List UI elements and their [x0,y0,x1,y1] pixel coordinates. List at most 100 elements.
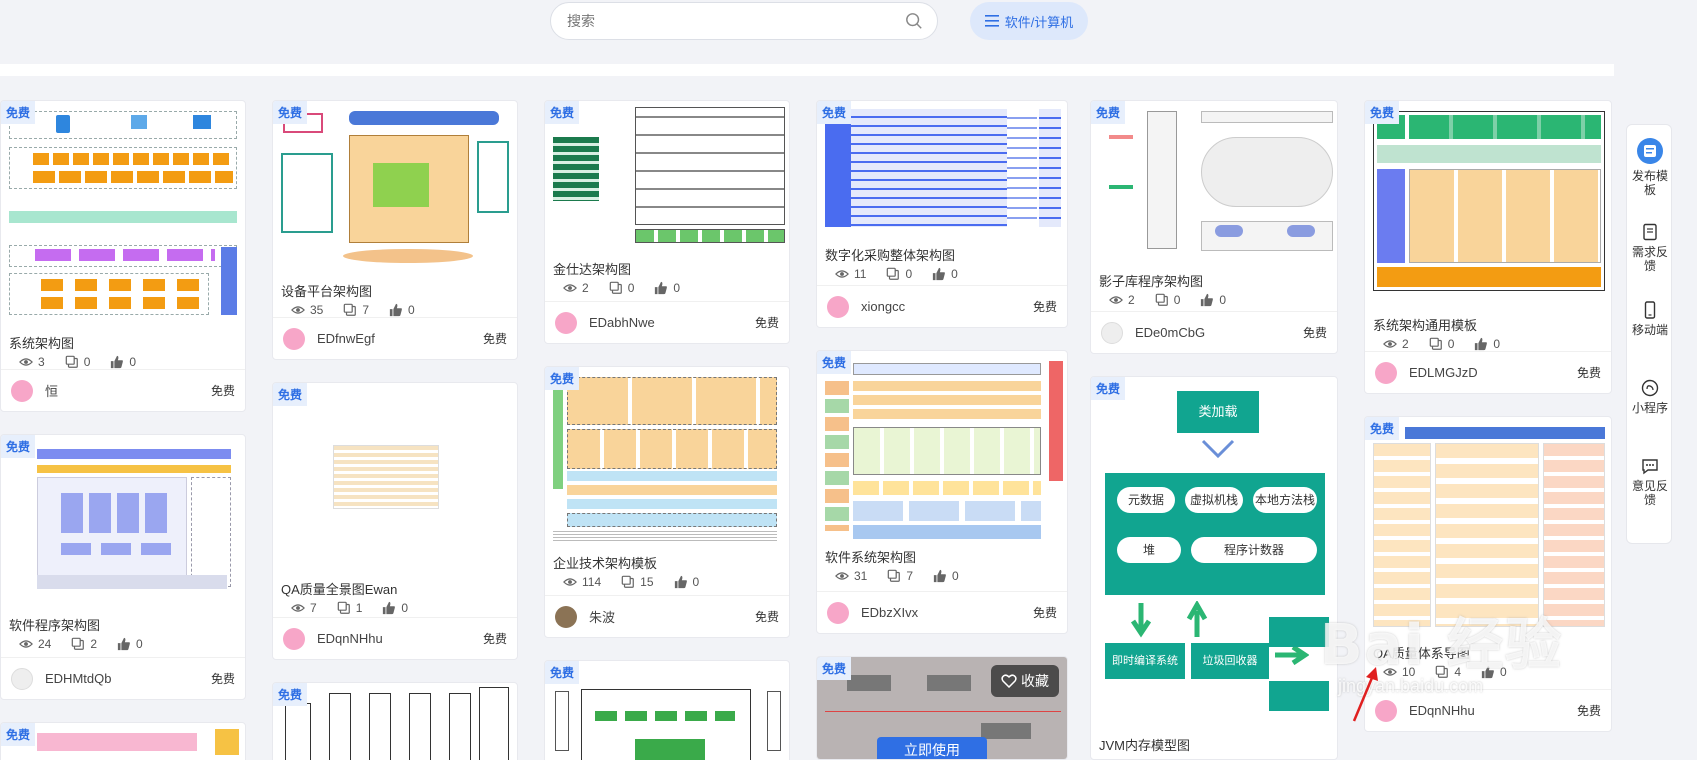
template-card[interactable]: 免费 QA质量全景图Ewan 7 1 0 EDqnNHhu 免费 [272,382,518,660]
template-card[interactable]: 免费 系统架构通用模板 2 0 0 EDLMGJzD 免费 [1364,100,1612,394]
author-name[interactable]: EDe0mCbG [1135,325,1303,340]
card-title[interactable]: 软件程序架构图 [9,615,100,634]
thumbs-up-icon [674,575,687,589]
card-footer: xiongcc 免费 [817,285,1067,327]
template-card[interactable]: 免费 [0,722,246,760]
template-card[interactable]: 免费 金仕达架构图 2 0 0 EDabhNwe 免费 [544,100,790,344]
list-icon [984,15,999,27]
template-card[interactable]: 免费 系统架构图 3 0 0 恒 免费 [0,100,246,412]
template-card[interactable]: 免费 类加载 元数据 虚拟机栈 本地方法栈 堆 程序计数器 即时编译系统 垃圾回… [1090,376,1338,760]
card-thumbnail[interactable]: 免费 [1,435,245,601]
like-count: 0 [129,355,137,369]
jvm-node: 堆 [1117,537,1181,563]
heart-icon [1001,674,1017,688]
card-thumbnail[interactable]: 免费 [273,101,517,267]
sidebar-label: 发布模板 [1631,169,1668,197]
author-name[interactable]: 朱波 [589,607,755,626]
template-card[interactable]: 免费 影子库程序架构图 2 0 0 EDe0mCbG 免费 [1090,100,1338,354]
view-count: 2 [1402,337,1409,351]
sidebar-item-request[interactable]: 需求反馈 [1627,223,1673,273]
search-box[interactable] [550,2,938,40]
card-title[interactable]: 系统架构图 [9,333,74,352]
card-thumbnail[interactable]: 免费 [545,367,789,547]
template-card[interactable]: 免费 企业技术架构模板 114 15 0 朱波 免费 [544,366,790,638]
card-thumbnail[interactable]: 免费 [1,101,245,319]
copy-count: 15 [640,575,654,589]
card-thumbnail[interactable]: 免费 [817,101,1067,237]
template-card[interactable]: 免费 设备平台架构图 35 7 0 EDfnwEgf 免费 [272,100,518,360]
sidebar-item-feedback[interactable]: 意见反馈 [1627,457,1673,507]
template-card[interactable]: 免费 软件程序架构图 24 2 0 EDHMtdQb 免费 [0,434,246,700]
card-thumbnail[interactable]: 免费 [545,101,789,253]
card-stats: 24 2 0 [19,637,143,651]
view-count: 2 [582,281,589,295]
sidebar-item-miniprogram[interactable]: 小程序 [1627,379,1673,415]
sidebar-item-publish[interactable]: 发布模板 [1627,137,1673,197]
view-count: 11 [854,267,867,281]
price-label: 免费 [1032,300,1057,314]
avatar [1375,361,1397,384]
eye-icon [19,358,33,366]
author-name[interactable]: EDfnwEgf [317,331,483,346]
author-name[interactable]: EDbzXIvx [861,605,1033,620]
author-name[interactable]: 恒 [45,381,211,400]
author-name[interactable]: xiongcc [861,299,1033,314]
card-thumbnail[interactable]: 免费 类加载 元数据 虚拟机栈 本地方法栈 堆 程序计数器 即时编译系统 垃圾回… [1091,377,1337,727]
card-title[interactable]: 影子库程序架构图 [1099,271,1203,290]
card-title[interactable]: QA质量全景图Ewan [281,579,397,598]
card-title[interactable]: 数字化采购整体架构图 [825,245,955,264]
author-name[interactable]: EDqnNHhu [1409,703,1577,718]
card-title[interactable]: 软件系统架构图 [825,547,916,566]
price-label: 免费 [210,384,235,398]
copy-count: 0 [627,281,635,295]
search-input[interactable] [567,3,887,39]
author-name[interactable]: EDLMGJzD [1409,365,1577,380]
mini-program-icon [1641,379,1659,397]
price-label: 免费 [1032,606,1057,620]
document-icon [1643,223,1657,241]
author-name[interactable]: EDabhNwe [589,315,755,330]
card-footer: EDLMGJzD 免费 [1365,351,1611,393]
favorite-button[interactable]: 收藏 [991,665,1059,697]
view-count: 114 [582,575,602,589]
author-name[interactable]: EDHMtdQb [45,671,211,686]
avatar [283,327,305,350]
card-thumbnail[interactable]: 免费 [1365,101,1611,297]
card-stats: 11 0 0 [835,267,958,281]
card-title[interactable]: 设备平台架构图 [281,281,372,300]
template-card[interactable]: 免费 数字化采购整体架构图 11 0 0 xiongcc 免费 [816,100,1068,328]
view-count: 24 [38,637,52,651]
price-label: 免费 [482,632,507,646]
price-label: 免费 [210,672,235,686]
card-title[interactable]: 系统架构通用模板 [1373,315,1477,334]
author-name[interactable]: EDqnNHhu [317,631,483,646]
template-card[interactable]: 免费 [544,660,790,760]
copy-count: 0 [1173,293,1181,307]
eye-icon [835,572,849,580]
search-icon[interactable] [905,12,923,30]
free-badge: 免费 [1,435,36,458]
card-thumbnail[interactable]: 免费 [1091,101,1337,261]
copy-icon [1429,337,1442,350]
template-card-hovered[interactable]: 免费 收藏 立即使用 [816,656,1068,760]
card-title[interactable]: JVM内存模型图 [1099,735,1190,754]
free-badge: 免费 [817,657,852,680]
publish-icon [1637,138,1663,164]
template-card[interactable]: 免费 软件系统架构图 31 7 0 EDbzXIvx 免费 [816,350,1068,634]
template-card[interactable]: 免费 [272,682,518,760]
avatar [283,627,305,650]
price-label: 免费 [754,316,779,330]
card-title[interactable]: 企业技术架构模板 [553,553,657,572]
card-title[interactable]: 金仕达架构图 [553,259,631,278]
jvm-node: 程序计数器 [1191,537,1317,563]
card-stats: 31 7 0 [835,569,959,583]
like-count: 0 [401,601,409,615]
free-badge: 免费 [1,101,36,124]
sidebar-item-mobile[interactable]: 移动端 [1627,301,1673,337]
card-thumbnail[interactable]: 免费 [273,383,517,567]
card-thumbnail[interactable]: 免费 [817,351,1067,545]
eye-icon [291,604,305,612]
use-now-button[interactable]: 立即使用 [877,737,987,759]
like-count: 0 [952,569,959,583]
category-button[interactable]: 软件/计算机 [970,2,1088,40]
